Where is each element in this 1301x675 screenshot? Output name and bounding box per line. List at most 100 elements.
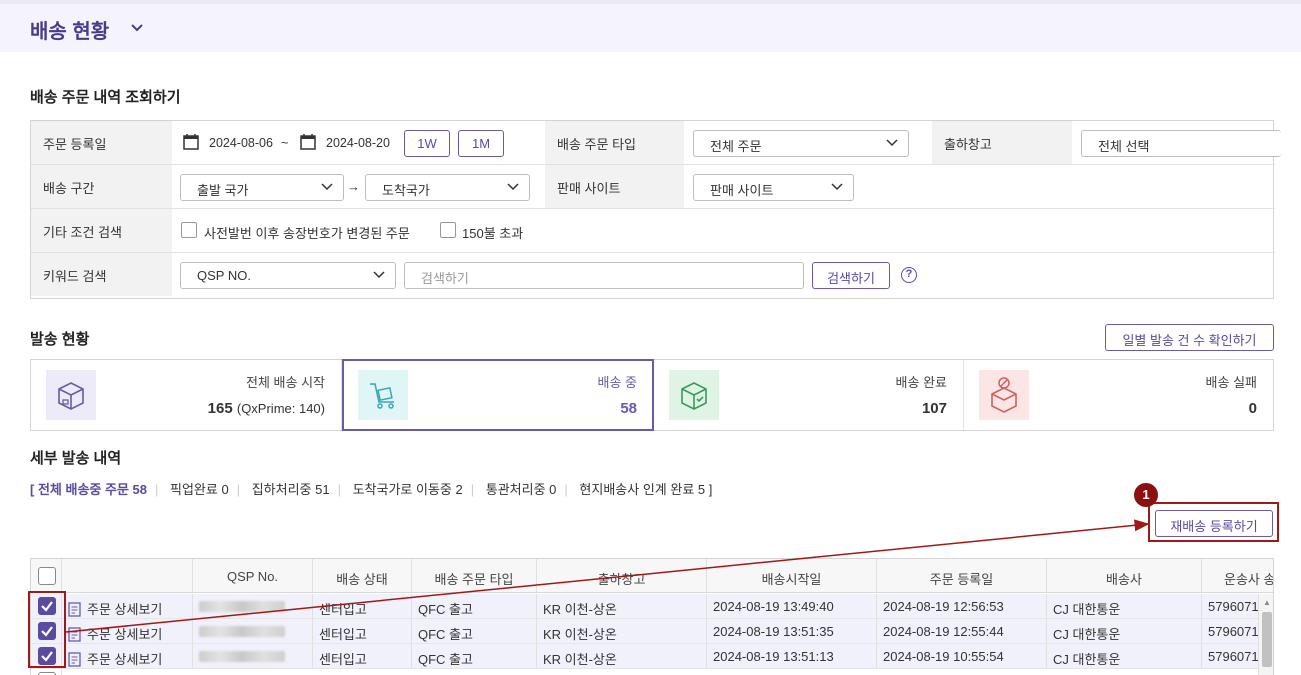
section-title-query: 배송 주문 내역 조회하기 (30, 89, 181, 106)
breakdown-open: [ (30, 482, 35, 497)
stat-label: 배송 중 (597, 375, 638, 390)
warehouse-cell: KR 이천-상온 (537, 644, 707, 668)
warehouse-select[interactable]: 전체 선택 (1081, 130, 1281, 157)
order-type-cell: QFC 출고 (412, 594, 537, 618)
select-all-checkbox[interactable] (38, 567, 56, 585)
stat-value: 107 (921, 400, 947, 417)
breakdown-moving[interactable]: 도착국가로 이동중 2 (353, 479, 463, 498)
order-detail-link[interactable]: 주문 상세보기 (62, 619, 193, 643)
box-icon (46, 370, 96, 420)
page-title: 배송 현황 (30, 21, 110, 43)
site-label: 판매 사이트 (545, 165, 684, 208)
stat-value: 58 (620, 400, 637, 417)
header-order-type[interactable]: 배송 주문 타입 (412, 559, 537, 592)
table-scrollbar[interactable]: ▲ (1258, 594, 1273, 675)
order-date-label: 주문 등록일 (31, 121, 172, 164)
warehouse-cell: KR 이천-상온 (537, 594, 707, 618)
scrollbar-thumb[interactable] (1262, 612, 1272, 667)
filter-row-date: 주문 등록일 2024-08-06 ~ 2024-08-20 1W 1M 배송 … (31, 121, 1281, 165)
chevron-down-icon (831, 183, 843, 191)
changed-tracking-label: 사전발번 이후 송장번호가 변경된 주문 (204, 226, 410, 241)
section-title-detail: 세부 발송 내역 (30, 450, 122, 467)
keyword-type-select[interactable]: QSP NO. (180, 262, 396, 289)
warehouse-label: 출하창고 (932, 121, 1072, 164)
breakdown-all[interactable]: 전체 배송중 주문 58 (38, 479, 147, 498)
range-1w-button[interactable]: 1W (404, 130, 450, 157)
stat-value: 165 (QxPrime: 140) (207, 400, 325, 417)
document-icon (68, 602, 81, 617)
status-breakdown: [ 전체 배송중 주문 58 | 픽업완료 0 | 집하처리중 51 | 도착국가로 … (30, 479, 712, 498)
table-row[interactable] (31, 669, 1273, 675)
header-carrier[interactable]: 배송사 (1047, 559, 1202, 592)
origin-country-select[interactable]: 출발 국가 (180, 174, 344, 201)
range-1m-button[interactable]: 1M (458, 130, 504, 157)
keyword-placeholder: 검색하기 (421, 271, 469, 286)
daily-count-button[interactable]: 일별 발송 건 수 확인하기 (1105, 324, 1274, 351)
stat-delivered[interactable]: 배송 완료 107 (654, 360, 964, 430)
header-qsp-no[interactable]: QSP No. (193, 559, 313, 592)
header-warehouse[interactable]: 출하창고 (537, 559, 707, 592)
over-150-checkbox[interactable] (440, 222, 456, 238)
end-date[interactable]: 2024-08-20 (326, 136, 390, 150)
calendar-icon[interactable] (299, 133, 317, 151)
chevron-down-icon (507, 183, 519, 191)
tracking-cell: 5796071 (1202, 644, 1262, 668)
header-order-date[interactable]: 주문 등록일 (877, 559, 1047, 592)
stat-all-started[interactable]: 전체 배송 시작 165 (QxPrime: 140) (31, 360, 342, 430)
site-value: 판매 사이트 (710, 183, 774, 198)
breakdown-handed-over[interactable]: 현지배송사 인계 완료 5 (579, 479, 705, 498)
warehouse-value: 전체 선택 (1098, 139, 1150, 154)
status-cell: 센터입고 (313, 594, 412, 618)
qsp-no-cell (193, 594, 313, 618)
stat-in-transit[interactable]: 배송 중 58 (342, 359, 654, 431)
order-type-select[interactable]: 전체 주문 (693, 130, 909, 157)
status-summary: 전체 배송 시작 165 (QxPrime: 140) 배송 중 58 배송 완… (30, 359, 1274, 431)
scroll-up-icon[interactable]: ▲ (1263, 598, 1271, 607)
document-icon (68, 627, 81, 642)
order-type-label: 배송 주문 타입 (545, 121, 684, 164)
header-tracking[interactable]: 운송사 송 (1202, 559, 1273, 592)
order-detail-link[interactable]: 주문 상세보기 (62, 594, 193, 618)
calendar-icon[interactable] (182, 133, 200, 151)
start-date[interactable]: 2024-08-06 (209, 136, 273, 150)
tracking-cell: 5796071 (1202, 594, 1262, 618)
site-select[interactable]: 판매 사이트 (693, 174, 854, 201)
keyword-search-input[interactable]: 검색하기 (404, 262, 804, 289)
table-row[interactable]: 주문 상세보기 센터입고 QFC 출고 KR 이천-상온 2024-08-19 … (31, 619, 1273, 644)
over-150-label: 150불 초과 (462, 226, 524, 241)
header-select-all[interactable] (31, 559, 62, 592)
order-type-value: 전체 주문 (710, 139, 762, 154)
destination-country-select[interactable]: 도착국가 (365, 174, 530, 201)
header-status[interactable]: 배송 상태 (313, 559, 412, 592)
order-detail-link[interactable]: 주문 상세보기 (62, 644, 193, 668)
keyword-label: 키워드 검색 (31, 253, 172, 296)
callout-number-badge: 1 (1134, 483, 1158, 507)
order-date-cell: 2024-08-19 12:55:44 (877, 619, 1047, 643)
breakdown-collecting[interactable]: 집하처리중 51 (252, 479, 330, 498)
cart-icon (358, 370, 408, 420)
order-type-cell: QFC 출고 (412, 619, 537, 643)
document-icon (68, 652, 81, 667)
order-date-cell: 2024-08-19 12:56:53 (877, 594, 1047, 618)
filter-row-route: 배송 구간 출발 국가 → 도착국가 판매 사이트 판매 사이트 (31, 165, 1275, 209)
filter-row-keyword: 키워드 검색 QSP NO. 검색하기 검색하기 ? (31, 253, 1275, 297)
table-row[interactable]: 주문 상세보기 센터입고 QFC 출고 KR 이천-상온 2024-08-19 … (31, 644, 1273, 669)
changed-tracking-checkbox[interactable] (181, 222, 197, 238)
search-button[interactable]: 검색하기 (812, 262, 890, 289)
box-check-icon (669, 370, 719, 420)
stat-label: 배송 완료 (895, 375, 947, 390)
stat-failed[interactable]: 배송 실패 0 (964, 360, 1273, 430)
header-ship-start[interactable]: 배송시작일 (707, 559, 877, 592)
ship-start-cell: 2024-08-19 13:51:35 (707, 619, 877, 643)
origin-country-value: 출발 국가 (197, 183, 249, 198)
breakdown-customs[interactable]: 통관처리중 0 (486, 479, 557, 498)
chevron-down-icon[interactable] (128, 18, 146, 36)
table-row[interactable]: 주문 상세보기 센터입고 QFC 출고 KR 이천-상온 2024-08-19 … (31, 594, 1273, 619)
carrier-cell: CJ 대한통운 (1047, 594, 1202, 618)
chevron-down-icon (321, 183, 333, 191)
stat-label: 전체 배송 시작 (246, 375, 325, 390)
help-icon[interactable]: ? (901, 267, 917, 283)
breakdown-pickup[interactable]: 픽업완료 0 (170, 479, 229, 498)
box-fail-icon (979, 370, 1029, 420)
table-header: QSP No. 배송 상태 배송 주문 타입 출하창고 배송시작일 주문 등록일… (31, 559, 1273, 593)
